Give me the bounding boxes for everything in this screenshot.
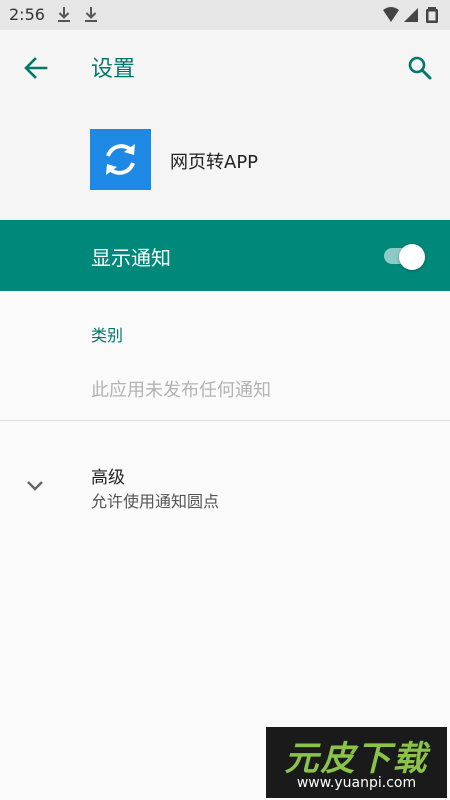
divider [0,420,450,421]
app-icon [90,129,151,190]
advanced-row[interactable]: 高级 允许使用通知圆点 [0,445,450,525]
page-title: 设置 [91,57,136,82]
show-notifications-row[interactable]: 显示通知 [0,220,450,291]
battery-icon [426,7,438,23]
arrow-back-icon[interactable] [18,50,54,86]
search-icon[interactable] [402,50,438,86]
app-name: 网页转APP [170,152,259,173]
sync-icon [106,144,135,175]
chevron-down-icon[interactable] [22,473,48,499]
advanced-summary: 允许使用通知圆点 [91,492,220,511]
status-bar: 2:56 [0,0,450,30]
status-time: 2:56 [9,5,45,24]
no-notifications-text: 此应用未发布任何通知 [91,380,271,401]
settings-screen: 2:56 设置 网页转APP 显示通知 类别 此应用未发布任何通知 高级 允许使… [0,0,450,800]
app-bar: 设置 [0,30,450,108]
show-notifications-label: 显示通知 [91,246,171,270]
watermark-url: www.yuanpi.com [296,775,417,791]
watermark-logo: 元皮下载 [284,739,429,779]
category-header: 类别 [91,326,124,345]
app-header: 网页转APP [0,108,450,220]
download-icon [85,7,97,22]
wifi-icon [383,7,399,22]
status-indicators [383,7,438,23]
watermark: 元皮下载 www.yuanpi.com [266,727,447,798]
toggle-thumb[interactable] [399,244,425,270]
signal-icon [404,8,418,22]
advanced-title: 高级 [91,468,125,488]
download-icon [58,7,70,22]
